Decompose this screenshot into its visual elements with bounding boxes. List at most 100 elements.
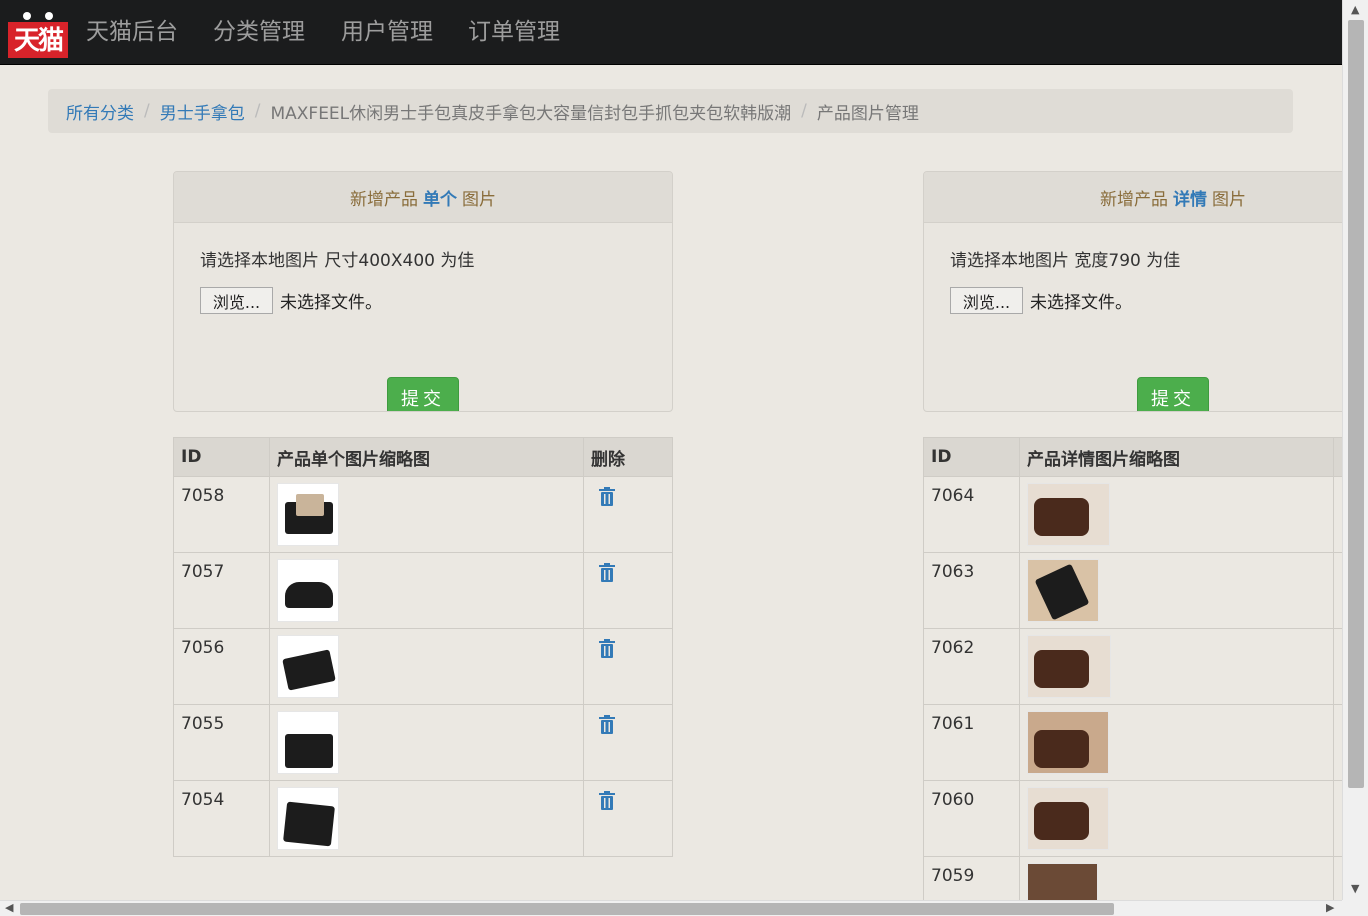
wallet-shape <box>1034 802 1089 840</box>
delete-cell <box>583 780 673 857</box>
col-id: ID <box>173 437 270 477</box>
col-delete: 删除 <box>583 437 673 477</box>
vertical-scroll-thumb[interactable] <box>1348 20 1364 788</box>
delete-cell <box>583 552 673 629</box>
wallet-shape <box>1034 650 1089 688</box>
trash-icon[interactable] <box>599 487 615 506</box>
heading-prefix: 新增产品 <box>350 189 418 210</box>
thumbnail-cell <box>1019 628 1334 705</box>
breadcrumb-category[interactable]: 男士手拿包 <box>160 99 245 124</box>
brown-wallet-image[interactable] <box>1027 787 1109 850</box>
logo-text: 天猫 <box>13 26 64 56</box>
tmall-logo[interactable]: 天猫 <box>8 2 68 58</box>
table-row: 7054 <box>173 780 673 857</box>
heading-highlight: 详情 <box>1173 189 1207 210</box>
nav-user-management[interactable]: 用户管理 <box>341 16 433 48</box>
table-row: 7063 <box>923 552 1353 629</box>
breadcrumb-separator: / <box>144 101 150 121</box>
hand-holding-bag-image[interactable] <box>277 787 339 850</box>
upload-hint: 请选择本地图片 尺寸400X400 为佳 <box>200 251 475 271</box>
thumbnail-cell <box>269 552 584 629</box>
thumbnail-cell <box>1019 552 1334 629</box>
trash-icon[interactable] <box>599 563 615 582</box>
bag-shape <box>285 582 333 608</box>
table-row: 7055 <box>173 704 673 781</box>
breadcrumb-all-categories[interactable]: 所有分类 <box>66 99 134 124</box>
row-id: 7062 <box>923 628 1020 705</box>
no-file-text: 未选择文件。 <box>1030 293 1132 313</box>
table-header-row: ID 产品详情图片缩略图 <box>923 437 1353 477</box>
bag-shape <box>285 734 333 768</box>
delete-cell <box>583 476 673 553</box>
breadcrumb: 所有分类 / 男士手拿包 / MAXFEEL休闲男士手包真皮手拿包大容量信封包手… <box>48 89 1293 133</box>
trash-icon[interactable] <box>599 639 615 658</box>
brown-wallet-image[interactable] <box>1027 863 1098 903</box>
trash-icon[interactable] <box>599 715 615 734</box>
horizontal-scroll-thumb[interactable] <box>20 903 1114 915</box>
col-thumbnail: 产品详情图片缩略图 <box>1019 437 1334 477</box>
add-detail-image-panel: 新增产品 详情 图片 请选择本地图片 宽度790 为佳 浏览... 未选择文件。… <box>923 171 1368 412</box>
horizontal-scrollbar[interactable]: ◀ ▶ <box>0 900 1342 916</box>
black-envelope-bag-image[interactable] <box>277 711 339 774</box>
add-single-image-panel: 新增产品 单个 图片 请选择本地图片 尺寸400X400 为佳 浏览... 未选… <box>173 171 673 412</box>
delete-cell <box>583 704 673 781</box>
submit-button[interactable]: 提交 <box>387 377 459 411</box>
table-row: 7060 <box>923 780 1353 857</box>
nav-order-management[interactable]: 订单管理 <box>468 16 560 48</box>
brown-wallet-image[interactable] <box>1027 635 1111 698</box>
scroll-down-icon[interactable]: ▼ <box>1351 882 1359 895</box>
thumbnail-cell <box>269 628 584 705</box>
table-row: 7062 <box>923 628 1353 705</box>
bag-with-tablet-image[interactable] <box>277 483 339 546</box>
vertical-scrollbar[interactable]: ▲ ▼ <box>1342 0 1368 900</box>
breadcrumb-current: 产品图片管理 <box>816 103 919 124</box>
submit-button[interactable]: 提交 <box>1137 377 1209 411</box>
wallet-with-phone-image[interactable] <box>1027 559 1099 622</box>
breadcrumb-separator: / <box>801 101 807 121</box>
nav-brand[interactable]: 天猫后台 <box>86 16 178 48</box>
top-navbar: 天猫 天猫后台 分类管理 用户管理 订单管理 <box>0 0 1342 65</box>
heading-suffix: 图片 <box>462 189 496 210</box>
bag-shape <box>282 649 336 691</box>
heading-prefix: 新增产品 <box>1100 189 1168 210</box>
browse-button[interactable]: 浏览... <box>950 287 1023 314</box>
browse-button[interactable]: 浏览... <box>200 287 273 314</box>
bag-shape <box>283 801 335 847</box>
trash-icon[interactable] <box>599 791 615 810</box>
row-id: 7057 <box>173 552 270 629</box>
row-id: 7061 <box>923 704 1020 781</box>
thumbnail-cell <box>1019 476 1334 553</box>
wallet-shape <box>1034 730 1089 768</box>
scroll-right-icon[interactable]: ▶ <box>1326 901 1334 914</box>
table-row: 7058 <box>173 476 673 553</box>
file-input[interactable]: 浏览... 未选择文件。 <box>950 287 1368 314</box>
heading-suffix: 图片 <box>1212 189 1246 210</box>
delete-cell <box>583 628 673 705</box>
open-bag-image[interactable] <box>277 559 339 622</box>
thumbnail-cell <box>1019 780 1334 857</box>
thumbnail-cell <box>269 704 584 781</box>
detail-image-table: ID 产品详情图片缩略图 7064 7063 7062 7061 7060 70… <box>923 437 1353 916</box>
wallet-shape <box>1034 498 1089 536</box>
cat-eye-left <box>23 12 31 20</box>
heading-highlight: 单个 <box>423 189 457 210</box>
photo-background <box>1028 864 1097 902</box>
table-row: 7061 <box>923 704 1353 781</box>
scroll-left-icon[interactable]: ◀ <box>5 901 13 914</box>
brown-wallet-image[interactable] <box>1027 483 1110 546</box>
scroll-up-icon[interactable]: ▲ <box>1351 3 1359 16</box>
table-header-row: ID 产品单个图片缩略图 删除 <box>173 437 673 477</box>
open-brown-wallet-image[interactable] <box>1027 711 1109 774</box>
row-id: 7054 <box>173 780 270 857</box>
row-id: 7056 <box>173 628 270 705</box>
panel-body: 请选择本地图片 尺寸400X400 为佳 浏览... 未选择文件。 提交 <box>174 223 672 411</box>
thumbnail-cell <box>1019 704 1334 781</box>
file-input[interactable]: 浏览... 未选择文件。 <box>200 287 646 314</box>
col-thumbnail: 产品单个图片缩略图 <box>269 437 584 477</box>
panel-heading: 新增产品 详情 图片 <box>924 172 1368 223</box>
row-id: 7055 <box>173 704 270 781</box>
nav-category-management[interactable]: 分类管理 <box>213 16 305 48</box>
panel-heading: 新增产品 单个 图片 <box>174 172 672 223</box>
tablet-shape <box>296 494 324 516</box>
black-clutch-image[interactable] <box>277 635 339 698</box>
